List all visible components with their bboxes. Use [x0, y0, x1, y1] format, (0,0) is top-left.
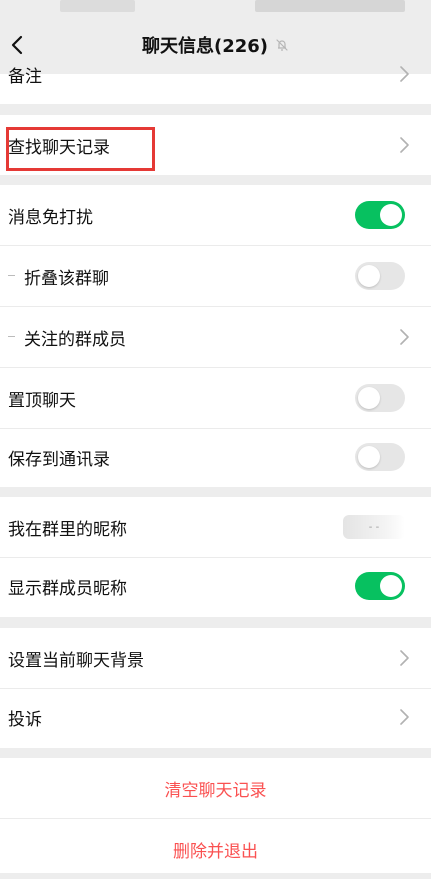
group-nickname: 我在群里的昵称 - - 显示群成员昵称	[0, 497, 431, 617]
toggle-knob	[358, 265, 380, 287]
chevron-right-icon	[400, 709, 409, 725]
row-pin-chat-label: 置顶聊天	[8, 390, 76, 411]
toggle-knob	[358, 446, 380, 468]
row-fold-group[interactable]: 折叠该群聊	[0, 246, 431, 306]
toggle-knob	[380, 575, 402, 597]
clear-history-label: 清空聊天记录	[164, 780, 267, 801]
delete-exit-button[interactable]: 删除并退出	[0, 819, 431, 879]
group-misc: 设置当前聊天背景 投诉	[0, 628, 431, 748]
group-settings: 消息免打扰 折叠该群聊 关注的群成员 置顶聊天 保存到通讯录	[0, 185, 431, 487]
row-complain-label: 投诉	[8, 709, 42, 730]
show-member-nicknames-toggle[interactable]	[355, 572, 405, 600]
row-followed-members-label: 关注的群成员	[24, 329, 126, 350]
blurred-status-right	[255, 0, 405, 12]
status-bar	[0, 0, 431, 16]
row-save-contacts[interactable]: 保存到通讯录	[0, 427, 431, 487]
group-remark: 备注	[0, 66, 431, 104]
chevron-right-icon	[400, 650, 409, 666]
row-show-member-nicknames[interactable]: 显示群成员昵称	[0, 556, 431, 616]
fold-group-toggle[interactable]	[355, 262, 405, 290]
row-my-nickname-label: 我在群里的昵称	[8, 519, 127, 540]
row-fold-group-label: 折叠该群聊	[24, 268, 109, 289]
row-show-member-nicknames-label: 显示群成员昵称	[8, 578, 127, 599]
chevron-right-icon	[400, 66, 409, 82]
row-pin-chat[interactable]: 置顶聊天	[0, 368, 431, 428]
toggle-knob	[380, 204, 402, 226]
row-my-nickname[interactable]: 我在群里的昵称 - -	[0, 497, 431, 557]
chevron-right-icon	[400, 137, 409, 153]
nickname-value-text: - -	[368, 521, 380, 533]
sub-item-dash	[8, 275, 15, 276]
toggle-knob	[358, 387, 380, 409]
row-followed-members[interactable]: 关注的群成员	[0, 307, 431, 367]
clear-history-button[interactable]: 清空聊天记录	[0, 758, 431, 818]
row-set-background[interactable]: 设置当前聊天背景	[0, 628, 431, 688]
row-complain[interactable]: 投诉	[0, 687, 431, 747]
row-save-contacts-label: 保存到通讯录	[8, 449, 110, 470]
blurred-status-left	[60, 0, 135, 12]
row-remark-label: 备注	[8, 66, 42, 87]
group-actions: 清空聊天记录 删除并退出	[0, 758, 431, 873]
highlight-box	[6, 127, 155, 171]
sub-item-dash	[8, 336, 15, 337]
mute-toggle[interactable]	[355, 201, 405, 229]
row-mute[interactable]: 消息免打扰	[0, 185, 431, 245]
pin-chat-toggle[interactable]	[355, 384, 405, 412]
row-set-background-label: 设置当前聊天背景	[8, 650, 144, 671]
row-remark[interactable]: 备注	[0, 44, 431, 104]
save-contacts-toggle[interactable]	[355, 443, 405, 471]
nickname-value: - -	[343, 515, 405, 539]
row-mute-label: 消息免打扰	[8, 207, 93, 228]
delete-exit-label: 删除并退出	[173, 841, 258, 862]
chevron-right-icon	[400, 329, 409, 345]
